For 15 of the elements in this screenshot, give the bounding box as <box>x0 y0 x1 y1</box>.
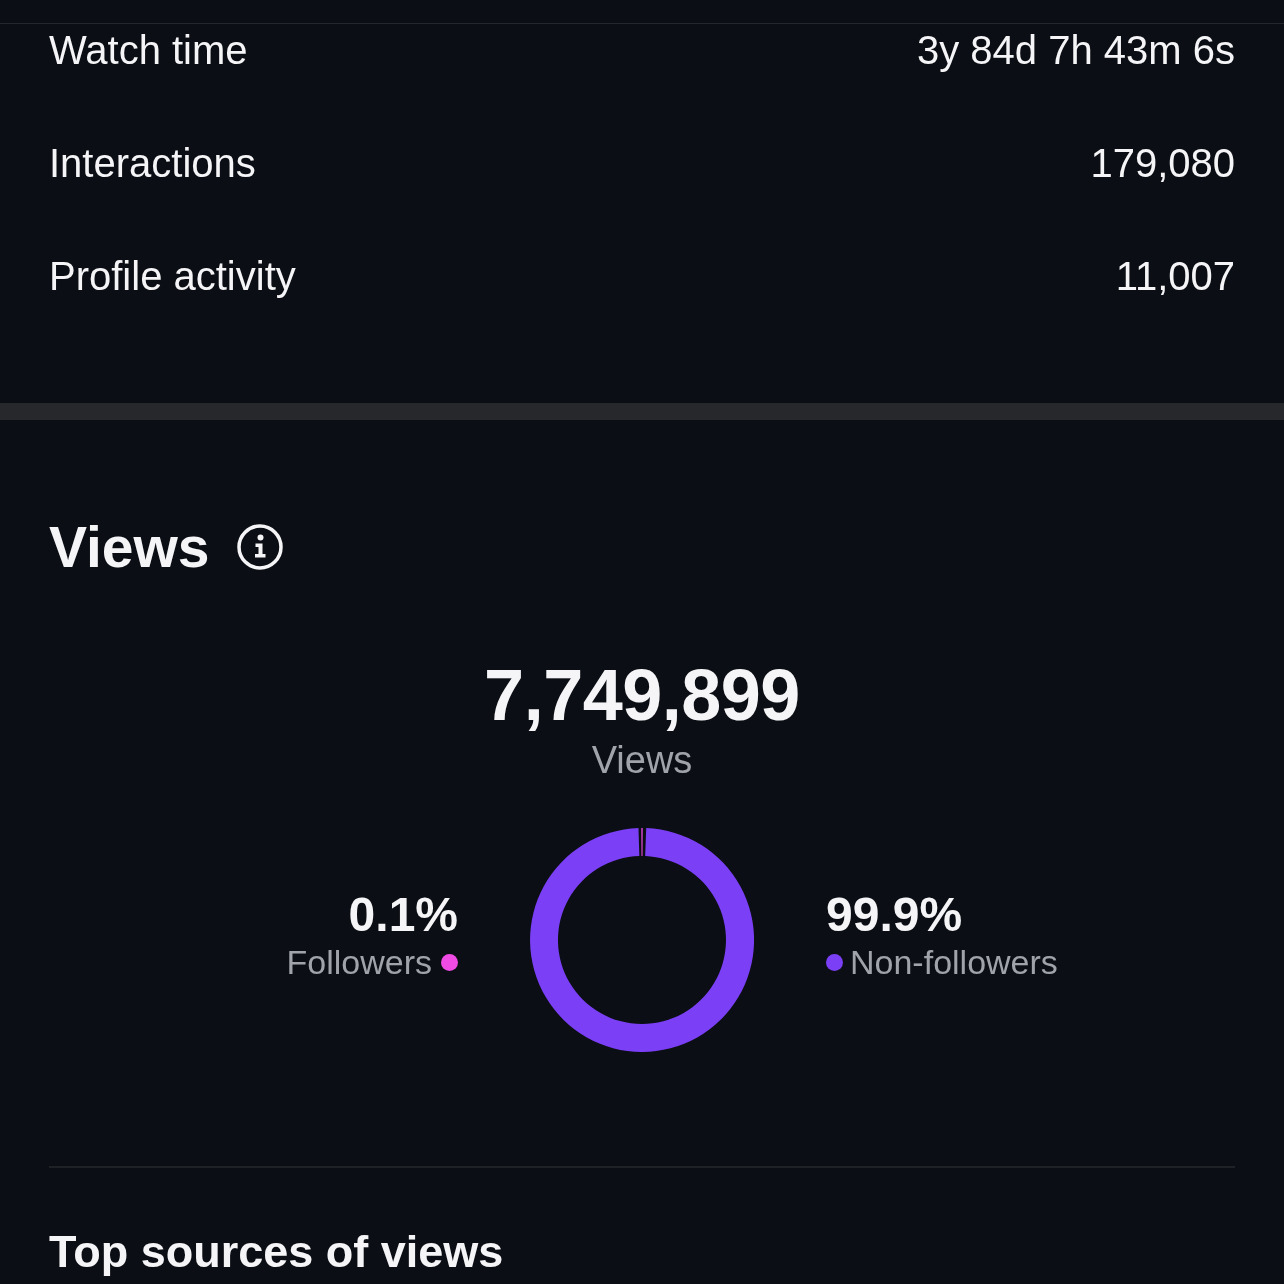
metric-label: Interactions <box>49 140 256 187</box>
section-title: Top sources of views <box>49 1228 504 1276</box>
legend-label: Non-followers <box>850 942 1058 983</box>
metric-value: 179,080 <box>1090 140 1235 187</box>
metric-label: Watch time <box>49 27 248 74</box>
legend-label: Followers <box>286 942 432 983</box>
legend-percent: 99.9% <box>826 888 963 941</box>
total-views-value: 7,749,899 <box>484 661 800 729</box>
metric-label: Profile activity <box>49 253 296 300</box>
metric-value: 11,007 <box>1115 253 1235 300</box>
total-views-caption: Views <box>591 738 693 782</box>
legend-percent: 0.1% <box>348 888 458 941</box>
metric-value: 3y 84d 7h 43m 6s <box>917 27 1235 74</box>
info-icon[interactable] <box>236 524 283 570</box>
section-title: Views <box>49 515 210 579</box>
